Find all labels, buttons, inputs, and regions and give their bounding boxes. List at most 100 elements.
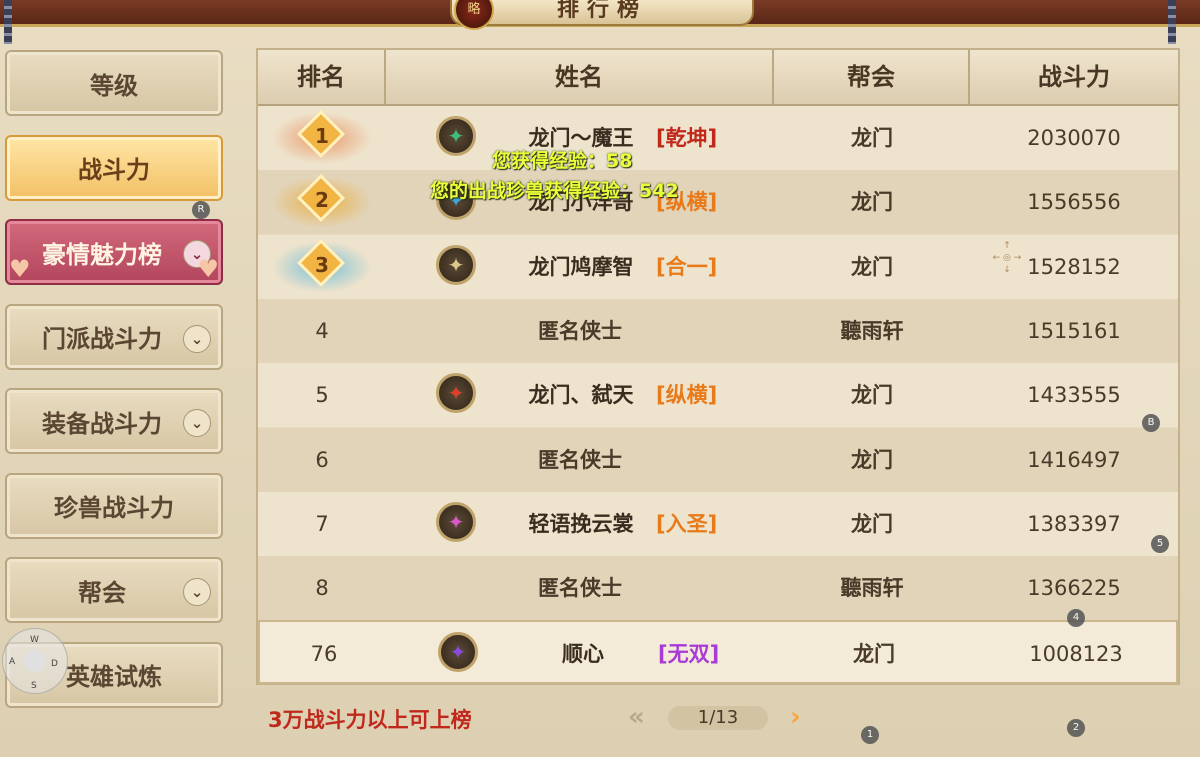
chevron-down-icon[interactable]: ⌄ xyxy=(183,409,211,437)
joystick-knob[interactable] xyxy=(24,650,46,672)
page-title: 排行榜 xyxy=(450,0,754,26)
player-avatar-icon[interactable]: ✦ xyxy=(436,244,476,285)
ranking-table: 排名 姓名 帮会 战斗力 1 ✦ 龙门～魔王 [乾坤] 龙门 2030070 2 ✦ 龙门小洋哥… xyxy=(256,48,1180,685)
rank-number: 8 xyxy=(315,576,329,601)
rank-number: 6 xyxy=(315,447,329,472)
power-cell: 1515161 xyxy=(1027,318,1121,343)
player-name[interactable]: 轻语挽云裳 xyxy=(486,492,676,556)
table-row[interactable]: 7 ✦ 轻语挽云裳 [入圣] 龙门 1383397 xyxy=(258,491,1178,556)
sidebar-item-label: 装备战斗力 xyxy=(42,409,162,438)
joystick-right-label: D xyxy=(51,659,58,669)
sidebar-item-label: 帮会 xyxy=(78,578,126,607)
hint-badge: 2 xyxy=(1067,719,1085,737)
rank-cell: 1 xyxy=(258,106,386,170)
guild-cell: 龙门 xyxy=(851,511,893,536)
rank-number: 7 xyxy=(315,511,329,536)
table-row[interactable]: 1 ✦ 龙门～魔王 [乾坤] 龙门 2030070 xyxy=(258,106,1178,170)
player-sect: [乾坤] xyxy=(656,126,718,150)
name-cell: 匿名侠士 xyxy=(386,299,774,363)
player-name[interactable]: 龙门、弑天 xyxy=(486,363,676,427)
guild-cell: 聽雨轩 xyxy=(840,318,904,343)
heart-icon: ♥ xyxy=(9,255,31,283)
rank-cell: 2 xyxy=(258,170,386,234)
rank-cell: 5 xyxy=(258,363,386,427)
guild-cell: 龙门 xyxy=(851,190,893,215)
sidebar-item-label: 珍兽战斗力 xyxy=(54,494,174,522)
right-chain-ornament xyxy=(1168,0,1176,44)
rank-number: 4 xyxy=(315,318,329,343)
header-rank: 排名 xyxy=(258,50,386,104)
player-name[interactable]: 顺心 xyxy=(488,622,678,686)
pet-exp-message: 您的出战珍兽获得经验：542 xyxy=(430,180,679,202)
hint-badge: 1 xyxy=(861,726,879,744)
player-avatar-icon[interactable]: ✦ xyxy=(436,501,476,542)
rank-medal-icon: 2 xyxy=(272,174,372,229)
player-sect: [无双] xyxy=(658,642,720,666)
rank-cell: 7 xyxy=(258,492,386,556)
sidebar-item[interactable]: 战斗力 xyxy=(5,134,223,201)
player-name: 匿名侠士 xyxy=(538,447,622,472)
player-name: 匿名侠士 xyxy=(538,318,622,343)
sidebar-item-label: 英雄试炼 xyxy=(66,663,162,691)
table-row[interactable]: 4 匿名侠士 聽雨轩 1515161 xyxy=(258,298,1178,363)
sidebar-item[interactable]: 等级 xyxy=(5,50,223,116)
header-name: 姓名 xyxy=(386,50,774,104)
player-avatar-icon[interactable]: ✦ xyxy=(436,373,476,414)
table-row[interactable]: 5 ✦ 龙门、弑天 [纵横] 龙门 1433555 xyxy=(258,363,1178,428)
next-page-icon[interactable]: › xyxy=(790,702,801,732)
guild-cell: 聽雨轩 xyxy=(840,576,904,601)
sidebar-item-label: 门派战斗力 xyxy=(42,325,162,353)
hint-badge: R xyxy=(192,201,210,219)
medal-rank-number: 3 xyxy=(315,252,329,277)
my-rank-row[interactable]: 76 ✦ 顺心 [无双] 龙门 1008123 xyxy=(258,620,1178,684)
rank-medal-icon: 1 xyxy=(272,109,372,164)
chevron-down-icon[interactable]: ⌄ xyxy=(183,578,211,606)
rank-number: 76 xyxy=(310,642,338,666)
name-cell: ✦ 顺心 [无双] xyxy=(388,622,776,686)
player-name[interactable]: 龙门鸠摩智 xyxy=(486,235,676,299)
chevron-down-icon[interactable]: ⌄ xyxy=(183,324,211,353)
crosshair-icon: ↑ ← ◎ → ↓ xyxy=(992,241,1022,275)
sidebar-item[interactable]: 帮会 ⌄ xyxy=(5,557,223,623)
name-cell: ✦ 龙门鸠摩智 [合一] xyxy=(386,235,774,299)
sidebar-item[interactable]: 豪情魅力榜 ⌄ ♥ ♥ xyxy=(5,219,223,285)
table-row[interactable]: 3 ✦ 龙门鸠摩智 [合一] 龙门 1528152 xyxy=(258,234,1178,299)
hint-badge: 4 xyxy=(1067,609,1085,627)
rank-cell: 4 xyxy=(258,299,386,363)
sidebar-item[interactable]: 珍兽战斗力 xyxy=(5,472,223,539)
header-guild: 帮会 xyxy=(774,50,970,104)
guild-cell: 龙门 xyxy=(851,254,893,279)
sidebar-item-label: 等级 xyxy=(90,71,138,100)
player-sect: [入圣] xyxy=(656,511,718,536)
table-row[interactable]: 6 匿名侠士 龙门 1416497 xyxy=(258,427,1178,492)
power-cell: 2030070 xyxy=(1027,126,1121,150)
power-cell: 1383397 xyxy=(1027,511,1121,536)
player-avatar-icon[interactable]: ✦ xyxy=(438,632,478,672)
virtual-joystick[interactable]: W A D S xyxy=(2,628,68,694)
hint-badge: B xyxy=(1142,414,1160,432)
table-header: 排名 姓名 帮会 战斗力 xyxy=(258,50,1178,106)
table-row[interactable]: 8 匿名侠士 聽雨轩 1366225 xyxy=(258,556,1178,621)
rank-cell: 6 xyxy=(258,428,386,492)
guild-cell: 龙门 xyxy=(851,126,893,150)
name-cell: 匿名侠士 xyxy=(386,556,774,620)
rank-cell: 3 xyxy=(258,235,386,299)
hint-badge: 5 xyxy=(1151,535,1169,553)
power-cell: 1416497 xyxy=(1027,447,1121,472)
player-sect: [合一] xyxy=(656,254,718,279)
sidebar-item[interactable]: 装备战斗力 ⌄ xyxy=(5,388,223,454)
rank-cell: 76 xyxy=(260,622,388,686)
player-avatar-icon[interactable]: ✦ xyxy=(436,116,476,156)
medal-rank-number: 1 xyxy=(315,124,329,148)
sidebar-item[interactable]: 门派战斗力 ⌄ xyxy=(5,303,223,370)
name-cell: ✦ 龙门、弑天 [纵横] xyxy=(386,363,774,427)
exp-message: 您获得经验：58 xyxy=(492,150,633,172)
power-cell: 1556556 xyxy=(1027,190,1121,215)
prev-page-icon[interactable]: « xyxy=(628,702,645,732)
rank-medal-icon: 3 xyxy=(272,238,372,293)
joystick-down-label: S xyxy=(31,681,37,691)
rank-cell: 8 xyxy=(258,556,386,620)
table-row[interactable]: 2 ✦ 龙门小洋哥 [纵横] 龙门 1556556 xyxy=(258,170,1178,235)
guild-cell: 龙门 xyxy=(853,642,895,666)
sidebar-item-label: 豪情魅力榜 xyxy=(42,240,162,269)
